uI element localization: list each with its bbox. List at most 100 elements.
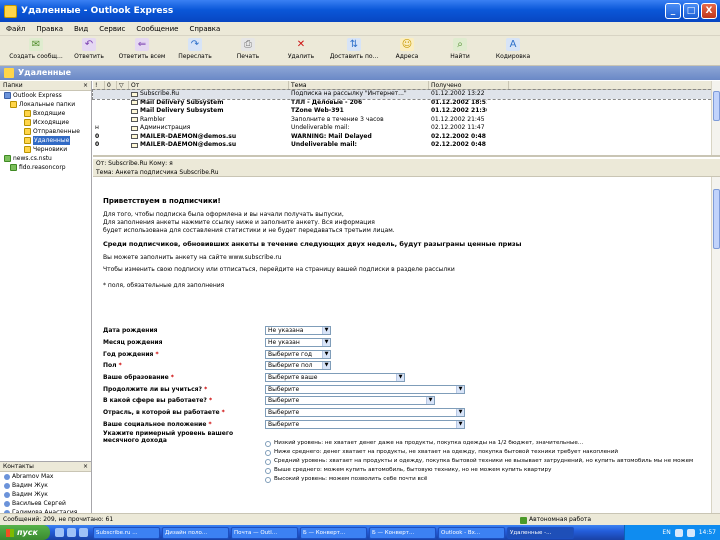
contact-item[interactable]: Abramov Max bbox=[0, 472, 91, 481]
folder-title-bar: Удаленные bbox=[0, 66, 720, 80]
print-button[interactable]: ⎙ Печать bbox=[222, 36, 274, 66]
tree-item-sent[interactable]: Отправленные bbox=[0, 127, 91, 136]
scrollbar-thumb[interactable] bbox=[713, 91, 720, 121]
menu-tools[interactable]: Сервис bbox=[99, 25, 125, 33]
message-row[interactable]: 0 MAILER-DAEMON@demos.su Undeliverable mai… bbox=[93, 141, 720, 150]
message-list-scrollbar[interactable] bbox=[711, 81, 720, 155]
menu-edit[interactable]: Правка bbox=[36, 25, 63, 33]
envelope-icon bbox=[131, 91, 138, 97]
taskbar-item[interactable]: Outlook - Вх... bbox=[438, 526, 505, 539]
col-priority[interactable]: ! bbox=[93, 81, 105, 89]
taskbar-item[interactable]: Дизайн поло... bbox=[162, 526, 229, 539]
language-indicator[interactable]: EN bbox=[662, 529, 670, 536]
contact-item[interactable]: Васильев Сергей bbox=[0, 499, 91, 508]
contacts-header[interactable]: Контакты × bbox=[0, 462, 91, 472]
study-select[interactable]: Выберите ▼ bbox=[265, 384, 465, 394]
tree-item-inbox[interactable]: Входящие bbox=[0, 109, 91, 118]
gender-select[interactable]: Выберите пол ▼ bbox=[265, 361, 331, 371]
start-button[interactable]: пуск bbox=[0, 525, 50, 540]
birth-year-select[interactable]: Выберите год ▼ bbox=[265, 349, 331, 359]
tree-item-news-server[interactable]: news.cs.nstu bbox=[0, 154, 91, 163]
message-row[interactable]: Subscribe.Ru Подписка на рассылку "Интерн… bbox=[92, 89, 720, 100]
close-pane-icon[interactable]: × bbox=[83, 462, 88, 472]
col-flag[interactable]: ▽ bbox=[117, 81, 129, 89]
find-button[interactable]: ⌕ Найти bbox=[434, 36, 486, 66]
menu-message[interactable]: Сообщение bbox=[136, 25, 178, 33]
birth-month-select[interactable]: Не указан ▼ bbox=[265, 338, 331, 348]
survey-form: Дата рождения Не указана ▼ Месяц рождения Н… bbox=[103, 325, 703, 450]
tree-item-local-folders[interactable]: Локальные папки bbox=[0, 100, 91, 109]
menu-view[interactable]: Вид bbox=[74, 25, 88, 33]
tree-item-outlook-express[interactable]: Outlook Express bbox=[0, 91, 91, 100]
folder-icon bbox=[4, 68, 14, 78]
work-sphere-select[interactable]: Выберите ▼ bbox=[265, 396, 435, 406]
radio-button[interactable] bbox=[265, 477, 271, 483]
message-row[interactable]: н Администрация Undeliverable mail: 02.12.2… bbox=[93, 124, 720, 133]
radio-button[interactable] bbox=[265, 450, 271, 456]
col-subject[interactable]: Тема bbox=[289, 81, 429, 89]
col-received[interactable]: Получено bbox=[429, 81, 509, 89]
message-row[interactable]: Mail Delivery Subsystem ТЛЛ - Деловые - 2… bbox=[93, 99, 720, 108]
chevron-down-icon: ▼ bbox=[396, 374, 404, 382]
show-desktop-icon[interactable] bbox=[79, 528, 88, 537]
income-option[interactable]: Ниже среднего: денег хватает на продукты… bbox=[265, 449, 695, 456]
delete-button[interactable]: ✕ Удалить bbox=[275, 36, 327, 66]
message-row[interactable]: Rambler Заполните в течение 3 часов 01.12.… bbox=[93, 116, 720, 125]
radio-button[interactable] bbox=[265, 468, 271, 474]
tree-item-deleted[interactable]: Удаленные bbox=[0, 136, 91, 145]
encoding-button[interactable]: A Кодировка bbox=[487, 36, 539, 66]
taskbar-item[interactable]: Б — Конверт... bbox=[300, 526, 367, 539]
forward-button[interactable]: ↷ Переслать bbox=[169, 36, 221, 66]
maximize-button[interactable]: □ bbox=[683, 3, 699, 19]
reply-button[interactable]: ↶ Ответить bbox=[63, 36, 115, 66]
radio-button[interactable] bbox=[265, 441, 271, 447]
internet-explorer-icon[interactable] bbox=[55, 528, 64, 537]
contact-icon bbox=[4, 500, 10, 507]
prize-notice: Среди подписчиков, обновивших анкеты в т… bbox=[103, 240, 522, 248]
income-option[interactable]: Средний уровень: хватает на продукты и о… bbox=[265, 458, 695, 465]
envelope-icon bbox=[131, 117, 138, 123]
close-button[interactable]: X bbox=[701, 3, 717, 19]
taskbar-item[interactable]: Почта — Outl... bbox=[231, 526, 298, 539]
taskbar-item-active[interactable]: Удаленные -... bbox=[507, 526, 574, 539]
contact-item[interactable]: Вадим Жук bbox=[0, 481, 91, 490]
preview-link-line[interactable]: Чтобы изменить свою подписку или отписат… bbox=[103, 266, 720, 274]
close-pane-icon[interactable]: × bbox=[83, 81, 88, 91]
new-message-button[interactable]: ✉ Создать сообщ... bbox=[9, 36, 63, 66]
preview-link-line[interactable]: Вы можете заполнить анкету на сайте www.… bbox=[103, 254, 720, 262]
menu-file[interactable]: Файл bbox=[6, 25, 25, 33]
outlook-express-icon[interactable] bbox=[67, 528, 76, 537]
tree-item-outbox[interactable]: Исходящие bbox=[0, 118, 91, 127]
contact-item[interactable]: Вадим Жук bbox=[0, 490, 91, 499]
network-icon[interactable] bbox=[674, 528, 683, 537]
address-book-button[interactable]: ☺ Адреса bbox=[381, 36, 433, 66]
income-option[interactable]: Высокий уровень: можем позволить себе по… bbox=[265, 476, 695, 483]
industry-select[interactable]: Выберите ▼ bbox=[265, 408, 465, 418]
tree-item-newsgroup[interactable]: fido.reasoncorp bbox=[0, 163, 91, 172]
minimize-button[interactable]: _ bbox=[665, 3, 681, 19]
birth-day-select[interactable]: Не указана ▼ bbox=[265, 326, 331, 336]
message-row[interactable]: Mail Delivery Subsystem TZone Web-391 01.1… bbox=[93, 107, 720, 116]
chevron-down-icon: ▼ bbox=[322, 339, 330, 347]
tree-item-drafts[interactable]: Черновики bbox=[0, 145, 91, 154]
contact-icon bbox=[4, 482, 10, 489]
education-select[interactable]: Выберите ваше ▼ bbox=[265, 373, 405, 383]
folder-pane-header: Папки × bbox=[0, 81, 91, 91]
scrollbar-thumb[interactable] bbox=[713, 189, 720, 249]
income-option[interactable]: Низкий уровень: не хватает денег даже на… bbox=[265, 440, 695, 447]
send-receive-button[interactable]: ⇅ Доставить по... bbox=[328, 36, 380, 66]
radio-button[interactable] bbox=[265, 459, 271, 465]
income-option[interactable]: Выше среднего: можем купить автомобиль, … bbox=[265, 467, 695, 474]
preview-scrollbar[interactable] bbox=[711, 177, 720, 513]
envelope-icon bbox=[131, 134, 138, 140]
col-attachment[interactable]: 0 bbox=[105, 81, 117, 89]
preview-pane: Приветствуем в подписчики! Для того, что… bbox=[93, 177, 720, 513]
taskbar-item[interactable]: Б — Конверт... bbox=[369, 526, 436, 539]
menu-help[interactable]: Справка bbox=[189, 25, 220, 33]
social-status-select[interactable]: Выберите ▼ bbox=[265, 419, 465, 429]
col-from[interactable]: От bbox=[129, 81, 289, 89]
taskbar-item[interactable]: Subscribe.ru ... bbox=[93, 526, 160, 539]
message-row[interactable]: 0 MAILER-DAEMON@demos.su WARNING: Mail Del… bbox=[93, 133, 720, 142]
reply-all-button[interactable]: ⇐ Ответить всем bbox=[116, 36, 168, 66]
volume-icon[interactable] bbox=[686, 528, 695, 537]
